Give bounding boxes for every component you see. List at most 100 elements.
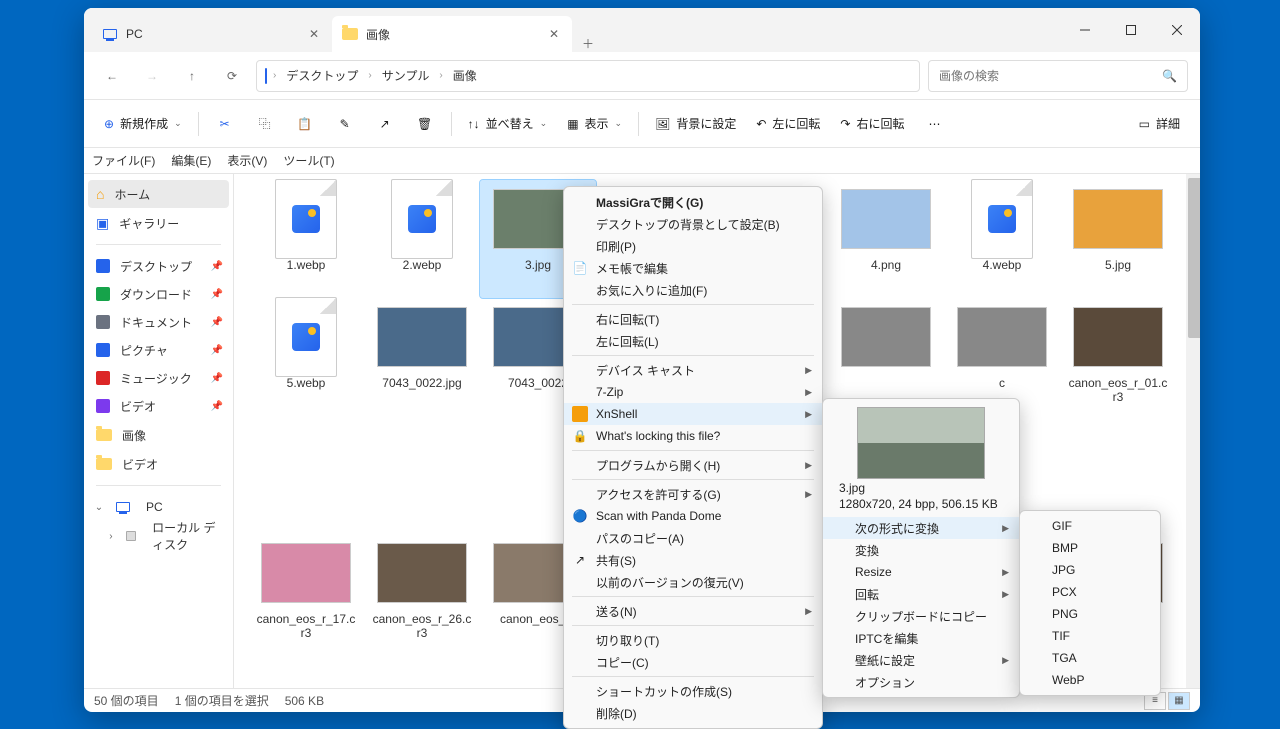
sidebar-home[interactable]: ⌂ホーム bbox=[88, 180, 229, 208]
menu-item[interactable]: TIF bbox=[1020, 625, 1160, 647]
menu-item[interactable]: ↗共有(S) bbox=[564, 549, 822, 571]
crumb[interactable]: 画像 bbox=[449, 65, 481, 86]
sidebar-item[interactable]: デスクトップ📌 bbox=[88, 252, 229, 280]
new-button[interactable]: ⊕新規作成⌄ bbox=[96, 108, 190, 140]
set-background-button[interactable]: 🖼 背景に設定 bbox=[647, 108, 744, 140]
menu-item[interactable]: お気に入りに追加(F) bbox=[564, 279, 822, 301]
minimize-button[interactable] bbox=[1062, 8, 1108, 52]
menu-item[interactable]: コピー(C) bbox=[564, 651, 822, 673]
file-item[interactable]: canon_eos_r_26.cr3 bbox=[364, 534, 480, 652]
menu-item[interactable]: PCX bbox=[1020, 581, 1160, 603]
menu-item[interactable]: 左に回転(L) bbox=[564, 330, 822, 352]
sidebar-disk[interactable]: ›ローカル ディスク bbox=[88, 522, 229, 550]
menu-item[interactable]: 印刷(P) bbox=[564, 235, 822, 257]
menu-item[interactable]: 以前のバージョンの復元(V) bbox=[564, 571, 822, 593]
sidebar-folder[interactable]: 画像 bbox=[88, 421, 229, 449]
share-button[interactable]: ↗ bbox=[367, 108, 403, 140]
file-item[interactable]: 4.png bbox=[828, 180, 944, 298]
menu-item[interactable]: JPG bbox=[1020, 559, 1160, 581]
menu-item[interactable]: BMP bbox=[1020, 537, 1160, 559]
menu-file[interactable]: ファイル(F) bbox=[92, 152, 155, 169]
forward-button[interactable]: → bbox=[136, 60, 168, 92]
tab-images[interactable]: 画像 ✕ bbox=[332, 16, 572, 52]
menu-item[interactable]: TGA bbox=[1020, 647, 1160, 669]
cut-button[interactable]: ✂ bbox=[207, 108, 243, 140]
back-button[interactable]: ← bbox=[96, 60, 128, 92]
chevron-down-icon[interactable]: ⌄ bbox=[92, 502, 106, 513]
menu-item[interactable]: 🔵Scan with Panda Dome bbox=[564, 505, 822, 527]
crumb[interactable]: デスクトップ bbox=[282, 65, 362, 86]
more-button[interactable]: ⋯ bbox=[917, 108, 953, 140]
menu-item[interactable]: 削除(D) bbox=[564, 702, 822, 724]
menu-item[interactable]: 変換 bbox=[823, 539, 1019, 561]
copy-button[interactable]: ⿻ bbox=[247, 108, 283, 140]
menu-item[interactable]: オプション bbox=[823, 671, 1019, 693]
menu-item[interactable]: パスのコピー(A) bbox=[564, 527, 822, 549]
file-item[interactable]: 5.jpg bbox=[1060, 180, 1176, 298]
rotate-right-button[interactable]: ↷ 右に回転 bbox=[832, 108, 912, 140]
view-button[interactable]: ▦ 表示 ⌄ bbox=[559, 108, 630, 140]
view-grid-button[interactable]: ▦ bbox=[1168, 692, 1190, 710]
menu-item[interactable]: 7-Zip▶ bbox=[564, 381, 822, 403]
file-item[interactable]: 5.webp bbox=[248, 298, 364, 416]
menu-item[interactable]: ショートカットの作成(S) bbox=[564, 680, 822, 702]
crumb[interactable]: サンプル bbox=[378, 65, 434, 86]
menu-item[interactable]: 切り取り(T) bbox=[564, 629, 822, 651]
file-item[interactable]: 4.webp bbox=[944, 180, 1060, 298]
search-box[interactable]: 🔍 bbox=[928, 60, 1188, 92]
tab-pc[interactable]: PC ✕ bbox=[92, 16, 332, 52]
scrollbar[interactable] bbox=[1186, 174, 1200, 688]
menu-item[interactable]: 右に回転(T) bbox=[564, 308, 822, 330]
menu-edit[interactable]: 編集(E) bbox=[171, 152, 211, 169]
close-icon[interactable]: ✕ bbox=[306, 26, 322, 42]
breadcrumb[interactable]: › デスクトップ › サンプル › 画像 bbox=[256, 60, 920, 92]
menu-item[interactable]: XnShell▶ bbox=[564, 403, 822, 425]
file-item[interactable]: canon_eos_r_01.cr3 bbox=[1060, 298, 1176, 416]
chevron-right-icon[interactable]: › bbox=[106, 531, 116, 542]
menu-item[interactable]: WebP bbox=[1020, 669, 1160, 691]
file-item[interactable]: 1.webp bbox=[248, 180, 364, 298]
sidebar-pc[interactable]: ⌄PC bbox=[88, 493, 229, 521]
menu-item[interactable]: IPTCを編集 bbox=[823, 627, 1019, 649]
menu-item[interactable]: アクセスを許可する(G)▶ bbox=[564, 483, 822, 505]
menu-item[interactable]: MassiGraで開く(G) bbox=[564, 191, 822, 213]
sort-button[interactable]: ↑↓ 並べ替え ⌄ bbox=[460, 108, 556, 140]
sidebar-item[interactable]: ビデオ📌 bbox=[88, 392, 229, 420]
menu-item[interactable]: デバイス キャスト▶ bbox=[564, 359, 822, 381]
sidebar-item[interactable]: ピクチャ📌 bbox=[88, 336, 229, 364]
rename-button[interactable]: ✎ bbox=[327, 108, 363, 140]
sidebar-folder[interactable]: ビデオ bbox=[88, 450, 229, 478]
file-item[interactable]: 7043_0022.jpg bbox=[364, 298, 480, 416]
close-button[interactable] bbox=[1154, 8, 1200, 52]
close-icon[interactable]: ✕ bbox=[546, 26, 562, 42]
menu-item[interactable]: GIF bbox=[1020, 515, 1160, 537]
sidebar-item[interactable]: ミュージック📌 bbox=[88, 364, 229, 392]
sidebar-item[interactable]: ドキュメント📌 bbox=[88, 308, 229, 336]
menu-tools[interactable]: ツール(T) bbox=[283, 152, 334, 169]
sidebar-item[interactable]: ダウンロード📌 bbox=[88, 280, 229, 308]
menu-item[interactable]: 回転▶ bbox=[823, 583, 1019, 605]
up-button[interactable]: ↑ bbox=[176, 60, 208, 92]
new-tab-button[interactable]: ＋ bbox=[572, 35, 604, 52]
menu-item[interactable]: 🔒What's locking this file? bbox=[564, 425, 822, 447]
menu-view[interactable]: 表示(V) bbox=[227, 152, 267, 169]
delete-button[interactable]: 🗑 bbox=[407, 108, 443, 140]
sidebar-gallery[interactable]: ▣ギャラリー bbox=[88, 209, 229, 237]
details-button[interactable]: ▭ 詳細 bbox=[1131, 108, 1188, 140]
search-input[interactable] bbox=[939, 69, 1154, 83]
refresh-button[interactable]: ⟳ bbox=[216, 60, 248, 92]
maximize-button[interactable] bbox=[1108, 8, 1154, 52]
menu-item[interactable]: 📄メモ帳で編集 bbox=[564, 257, 822, 279]
menu-item[interactable]: Resize▶ bbox=[823, 561, 1019, 583]
menu-item[interactable]: 壁紙に設定▶ bbox=[823, 649, 1019, 671]
menu-item[interactable]: デスクトップの背景として設定(B) bbox=[564, 213, 822, 235]
rotate-left-button[interactable]: ↶ 左に回転 bbox=[748, 108, 828, 140]
menu-item[interactable]: PNG bbox=[1020, 603, 1160, 625]
menu-item[interactable]: プログラムから開く(H)▶ bbox=[564, 454, 822, 476]
menu-item[interactable]: クリップボードにコピー bbox=[823, 605, 1019, 627]
paste-button[interactable]: 📋 bbox=[287, 108, 323, 140]
menu-item[interactable]: 送る(N)▶ bbox=[564, 600, 822, 622]
file-item[interactable]: 2.webp bbox=[364, 180, 480, 298]
menu-item[interactable]: 次の形式に変換▶ bbox=[823, 517, 1019, 539]
file-item[interactable]: canon_eos_r_17.cr3 bbox=[248, 534, 364, 652]
